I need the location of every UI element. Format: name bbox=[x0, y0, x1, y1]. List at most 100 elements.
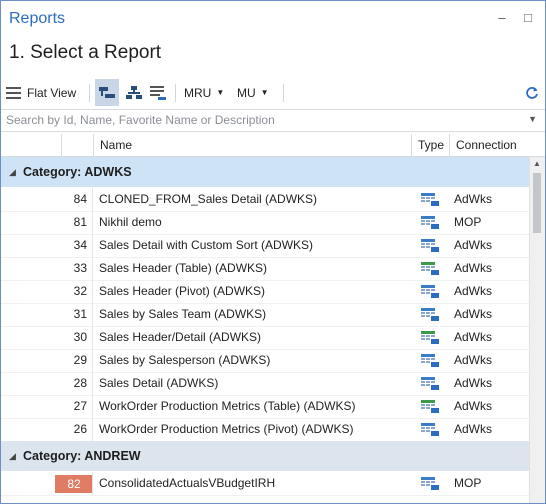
column-divider bbox=[92, 257, 93, 280]
category-group-header[interactable]: ◢ Category: ANDREW bbox=[1, 441, 529, 471]
category-group-header[interactable]: ◢ Category: ADWKS bbox=[1, 157, 529, 187]
column-divider bbox=[92, 303, 93, 326]
flat-view-label: Flat View bbox=[27, 85, 77, 100]
report-name: WorkOrder Production Metrics (Pivot) (AD… bbox=[99, 422, 354, 436]
column-header-id[interactable] bbox=[61, 134, 93, 156]
list-icon bbox=[6, 86, 21, 99]
maximize-button[interactable]: □ bbox=[519, 9, 537, 27]
group-view-button[interactable] bbox=[95, 79, 119, 106]
report-row[interactable]: 84 CLONED_FROM_Sales Detail (ADWKS) AdWks bbox=[1, 188, 529, 212]
report-row[interactable]: 27 WorkOrder Production Metrics (Table) (… bbox=[1, 395, 529, 419]
pivot-report-icon bbox=[421, 216, 439, 229]
report-row[interactable]: 32 Sales Header (Pivot) (ADWKS) AdWks bbox=[1, 280, 529, 304]
scroll-up-icon[interactable]: ▲ bbox=[533, 159, 541, 168]
report-row[interactable]: 31 Sales by Sales Team (ADWKS) AdWks bbox=[1, 303, 529, 327]
refresh-button[interactable] bbox=[523, 79, 541, 106]
column-divider bbox=[92, 395, 93, 418]
report-name: Sales by Salesperson (ADWKS) bbox=[99, 353, 271, 367]
report-connection: MOP bbox=[454, 476, 482, 490]
column-header-blank bbox=[1, 134, 61, 156]
table-report-icon bbox=[421, 331, 439, 344]
report-row[interactable]: 29 Sales by Salesperson (ADWKS) AdWks bbox=[1, 349, 529, 373]
column-divider bbox=[92, 326, 93, 349]
toolbar-divider bbox=[175, 84, 176, 102]
pivot-report-icon bbox=[421, 423, 439, 436]
pivot-report-icon bbox=[421, 193, 439, 206]
collapse-triangle-icon[interactable]: ◢ bbox=[9, 441, 16, 471]
detail-view-button[interactable] bbox=[147, 79, 169, 106]
search-bar: ▼ bbox=[1, 109, 545, 132]
hierarchy-view-button[interactable] bbox=[123, 79, 145, 106]
report-row[interactable]: 33 Sales Header (Table) (ADWKS) AdWks bbox=[1, 257, 529, 281]
report-name: CLONED_FROM_Sales Detail (ADWKS) bbox=[99, 192, 318, 206]
report-name: WorkOrder Production Metrics (Table) (AD… bbox=[99, 399, 356, 413]
pivot-report-icon bbox=[421, 285, 439, 298]
report-row[interactable]: 26 WorkOrder Production Metrics (Pivot) (… bbox=[1, 418, 529, 442]
mru-label: MRU bbox=[184, 85, 212, 100]
report-connection: AdWks bbox=[454, 192, 493, 206]
mu-label: MU bbox=[237, 85, 256, 100]
report-connection: AdWks bbox=[454, 330, 493, 344]
report-connection: AdWks bbox=[454, 261, 493, 275]
toolbar-divider bbox=[283, 84, 284, 102]
report-id: 30 bbox=[73, 330, 87, 344]
report-id: 29 bbox=[73, 353, 87, 367]
column-divider bbox=[92, 418, 93, 441]
report-connection: AdWks bbox=[454, 284, 493, 298]
report-row[interactable]: 82 ConsolidatedActualsVBudgetIRH MOP bbox=[1, 472, 529, 496]
report-row[interactable]: 30 Sales Header/Detail (ADWKS) AdWks bbox=[1, 326, 529, 350]
flat-view-button[interactable]: Flat View bbox=[6, 79, 76, 106]
title-bar: Reports – □ bbox=[1, 1, 545, 35]
report-id: 28 bbox=[73, 376, 87, 390]
mru-dropdown[interactable]: MRU ▼ bbox=[184, 79, 224, 106]
report-id: 84 bbox=[73, 192, 87, 206]
column-divider bbox=[92, 211, 93, 234]
toolbar: Flat View MRU ▼ MU ▼ bbox=[1, 79, 545, 106]
report-id: 32 bbox=[73, 284, 87, 298]
page-heading: 1. Select a Report bbox=[9, 42, 162, 63]
reports-panel: Reports – □ 1. Select a Report Flat View bbox=[0, 0, 546, 504]
pivot-report-icon bbox=[421, 308, 439, 321]
chevron-down-icon[interactable]: ▼ bbox=[528, 114, 537, 124]
column-header-type[interactable]: Type bbox=[411, 134, 449, 156]
report-connection: AdWks bbox=[454, 307, 493, 321]
search-input[interactable] bbox=[6, 112, 506, 127]
table-report-icon bbox=[421, 262, 439, 275]
report-row[interactable]: 28 Sales Detail (ADWKS) AdWks bbox=[1, 372, 529, 396]
minimize-button[interactable]: – bbox=[493, 9, 511, 27]
collapse-triangle-icon[interactable]: ◢ bbox=[9, 157, 16, 187]
column-divider bbox=[92, 280, 93, 303]
chevron-down-icon: ▼ bbox=[260, 88, 269, 97]
report-connection: AdWks bbox=[454, 353, 493, 367]
report-name: Nikhil demo bbox=[99, 215, 162, 229]
report-row[interactable]: 34 Sales Detail with Custom Sort (ADWKS) A… bbox=[1, 234, 529, 258]
pivot-report-icon bbox=[421, 354, 439, 367]
mu-dropdown[interactable]: MU ▼ bbox=[237, 79, 269, 106]
category-label: Category: ANDREW bbox=[23, 449, 141, 463]
pivot-report-icon bbox=[421, 377, 439, 390]
column-divider bbox=[92, 188, 93, 211]
category-label: Category: ADWKS bbox=[23, 165, 132, 179]
report-connection: AdWks bbox=[454, 422, 493, 436]
report-id: 31 bbox=[73, 307, 87, 321]
column-divider bbox=[92, 472, 93, 495]
pivot-report-icon bbox=[421, 239, 439, 252]
report-name: ConsolidatedActualsVBudgetIRH bbox=[99, 476, 276, 490]
report-name: Sales Header (Pivot) (ADWKS) bbox=[99, 284, 266, 298]
column-header-name[interactable]: Name bbox=[93, 134, 411, 156]
column-header-connection[interactable]: Connection bbox=[449, 134, 545, 156]
column-divider bbox=[92, 234, 93, 257]
toolbar-divider bbox=[89, 84, 90, 102]
chevron-down-icon: ▼ bbox=[216, 88, 225, 97]
scroll-thumb[interactable] bbox=[533, 173, 541, 233]
column-divider bbox=[92, 372, 93, 395]
column-divider bbox=[92, 349, 93, 372]
group-tree-icon bbox=[99, 86, 115, 98]
report-name: Sales by Sales Team (ADWKS) bbox=[99, 307, 267, 321]
hierarchy-icon bbox=[126, 85, 142, 99]
report-row[interactable]: 81 Nikhil demo MOP bbox=[1, 211, 529, 235]
report-name: Sales Detail with Custom Sort (ADWKS) bbox=[99, 238, 314, 252]
report-name: Sales Detail (ADWKS) bbox=[99, 376, 219, 390]
vertical-scrollbar[interactable]: ▲ bbox=[529, 157, 545, 503]
detail-list-icon bbox=[150, 85, 166, 100]
